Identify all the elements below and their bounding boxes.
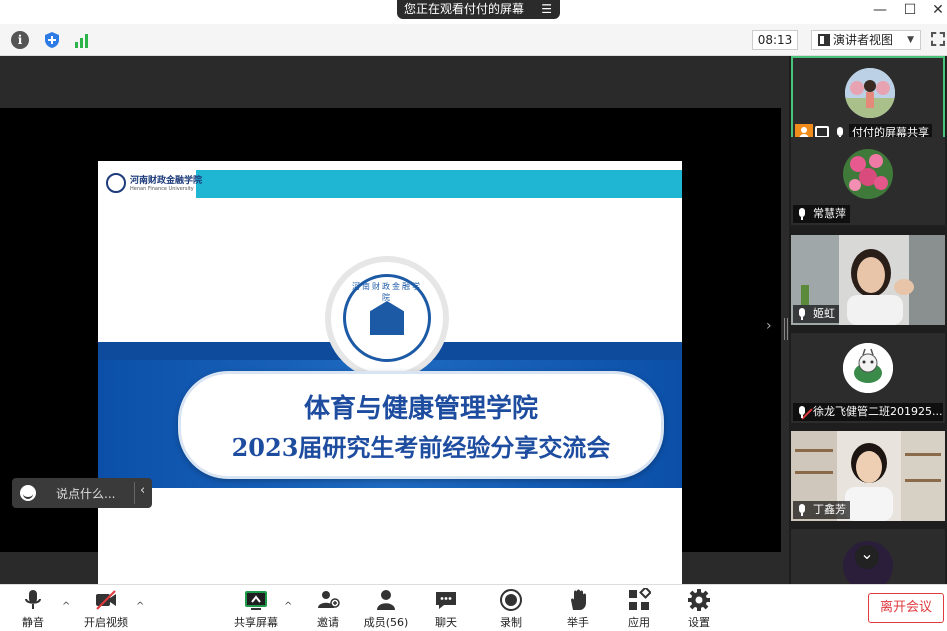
raise-hand-label: 举手 [567,616,589,629]
scroll-down-button[interactable]: ⌄ [855,545,879,569]
participant-name: 丁鑫芳 [813,503,846,516]
participant-name-label: 徐龙飞健管二班201925... [793,403,943,421]
slide-title: 体育与健康管理学院 [303,394,538,424]
video-off-icon [96,590,116,610]
info-icon[interactable]: i [11,31,29,49]
share-screen-label: 共享屏幕 [234,616,278,629]
avatar [843,343,893,393]
emblem-gate-icon [370,301,404,335]
chat-input-pill[interactable]: 说点什么... ‹ [12,478,152,508]
apps-button[interactable]: 应用 [625,588,653,630]
avatar [843,149,893,199]
participant-name: 常慧萍 [813,207,846,220]
share-options-caret[interactable]: ^ [284,601,292,612]
shared-screen-area: 河南财政金融学院 Henan Finance University 河南财政金融… [0,56,781,599]
minimize-button[interactable]: — [868,2,892,20]
participant-name: 姬虹 [813,307,835,320]
gear-icon [688,589,710,611]
audio-options-caret[interactable]: ^ [62,601,70,612]
chevron-right-icon[interactable]: › [766,318,772,334]
chat-icon [436,592,456,609]
slide-subtitle: 2023届研究生考前经验分享交流会 [231,433,611,462]
share-notice-pill[interactable]: 您正在观看付付的屏幕 ☰ [397,0,560,19]
participant-tile[interactable]: 常慧萍 [791,137,945,225]
emblem-text: 河南财政金融学院 [352,282,422,302]
school-logo: 河南财政金融学院 Henan Finance University [104,170,203,198]
avatar [845,68,895,118]
raise-hand-button[interactable]: 举手 [564,588,592,630]
share-screen-icon [245,591,267,610]
chat-label: 聊天 [435,616,457,629]
invite-button[interactable]: 邀请 [314,588,342,630]
hand-icon [571,589,586,610]
members-label: 成员(56) [363,616,409,629]
record-icon [500,589,522,611]
meeting-toolbar: i 08:13 演讲者视图 ▼ [0,24,947,56]
school-name-en: Henan Finance University [130,186,194,192]
fullscreen-icon[interactable] [931,32,945,46]
view-mode-label: 演讲者视图 [833,33,894,47]
start-video-label: 开启视频 [84,616,128,629]
mute-label: 静音 [22,616,44,629]
share-notice-text: 您正在观看付付的屏幕 [404,2,525,16]
settings-button[interactable]: 设置 [685,588,713,630]
apps-icon [629,588,651,610]
share-screen-button[interactable]: 共享屏幕 [232,588,280,630]
emblem-circle: 河南财政金融学院 [343,274,431,362]
maximize-button[interactable]: ☐ [898,2,922,20]
signal-icon[interactable] [73,31,91,49]
chevron-down-icon: ▼ [907,35,914,45]
meeting-controls: 静音 ^ 开启视频 ^ 共享屏幕 ^ 邀请 成员(56) 聊天 录制 举手 应用… [0,584,947,631]
leave-meeting-button[interactable]: 离开会议 [868,593,944,623]
participant-tile[interactable]: 徐龙飞健管二班201925... [791,333,945,423]
participant-tile[interactable]: 丁鑫芳 [791,431,945,521]
participant-name: 徐龙飞健管二班201925... [813,405,943,418]
presentation-slide: 河南财政金融学院 Henan Finance University 河南财政金融… [98,161,682,599]
participant-name-label: 丁鑫芳 [793,501,850,519]
participant-tile[interactable]: 姬虹 [791,235,945,325]
school-emblem: 河南财政金融学院 [325,256,449,380]
invite-label: 邀请 [317,616,339,629]
meeting-window: 您正在观看付付的屏幕 ☰ — ☐ ✕ i 08:13 演讲者视图 ▼ 河南财政金… [0,0,947,631]
chat-placeholder[interactable]: 说点什么... [56,485,115,502]
start-video-button[interactable]: 开启视频 [82,588,130,630]
school-name: 河南财政金融学院 [130,176,203,186]
menu-icon[interactable]: ☰ [541,0,552,18]
participant-panel: 付付的屏幕共享 常慧萍 姬虹 徐龙飞健管二班201925... 丁鑫芳 ⌄ [789,56,947,584]
emoji-icon[interactable] [20,485,36,501]
apps-label: 应用 [628,616,650,629]
mute-button[interactable]: 静音 [18,588,48,630]
shield-icon[interactable] [43,31,61,49]
slide-header-bar [196,170,682,198]
participant-tile[interactable]: 付付的屏幕共享 [791,56,945,146]
participant-name-label: 姬虹 [793,305,839,323]
view-mode-select[interactable]: 演讲者视图 ▼ [811,30,921,50]
panel-resize-handle[interactable] [781,56,789,584]
chat-divider [134,482,135,504]
title-bar: 您正在观看付付的屏幕 ☰ — ☐ ✕ [0,0,947,24]
chat-button[interactable]: 聊天 [432,588,460,630]
mic-icon [798,308,806,320]
record-label: 录制 [500,616,522,629]
settings-label: 设置 [688,616,710,629]
microphone-icon [25,590,41,609]
mic-icon [798,504,806,516]
chevron-left-icon[interactable]: ‹ [140,483,145,498]
mic-icon [798,208,806,220]
mic-muted-icon [798,406,813,420]
school-seal-icon [106,173,126,193]
add-user-icon [318,591,340,608]
video-options-caret[interactable]: ^ [136,601,144,612]
participant-tile[interactable]: ⌄ [791,529,945,584]
members-button[interactable]: 成员(56) [362,588,410,630]
close-button[interactable]: ✕ [926,2,947,20]
participant-name-label: 常慧萍 [793,205,850,223]
speaker-view-icon [818,34,830,46]
record-button[interactable]: 录制 [497,588,525,630]
slide-title-box: 体育与健康管理学院 2023届研究生考前经验分享交流会 [178,371,664,479]
meeting-timer: 08:13 [752,30,798,50]
members-icon [377,590,395,610]
